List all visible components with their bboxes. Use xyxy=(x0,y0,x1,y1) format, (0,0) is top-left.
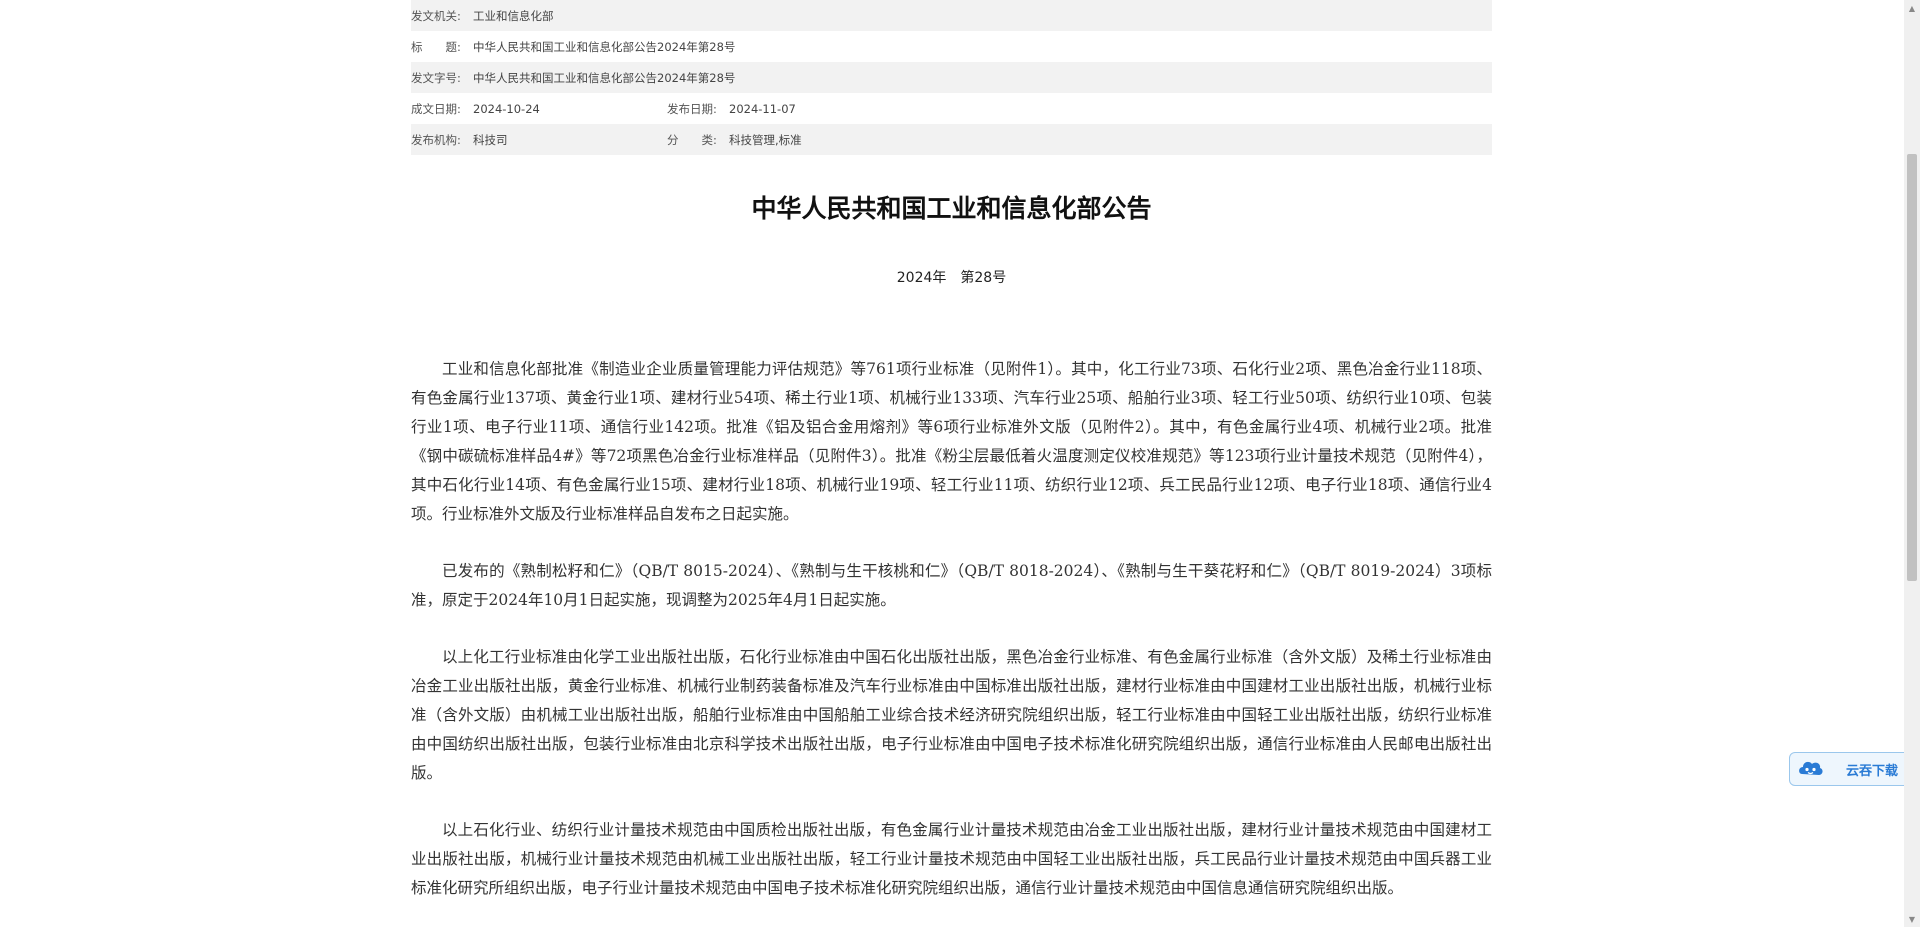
meta-row-dates: 成文日期: 2024-10-24 发布日期: 2024-11-07 xyxy=(411,93,1492,124)
meta-label-written-date: 成文日期: xyxy=(411,101,461,116)
vertical-scrollbar[interactable]: ▲ ▼ xyxy=(1904,0,1920,927)
scroll-down-icon[interactable]: ▼ xyxy=(1904,911,1920,927)
meta-row-title: 标 题: 中华人民共和国工业和信息化部公告2024年第28号 xyxy=(411,31,1492,62)
meta-row-issuer: 发文机关: 工业和信息化部 xyxy=(411,0,1492,31)
meta-cell-written-date: 成文日期: 2024-10-24 xyxy=(411,101,667,117)
metadata-table: 发文机关: 工业和信息化部 标 题: 中华人民共和国工业和信息化部公告2024年… xyxy=(411,0,1492,155)
paragraph-1: 工业和信息化部批准《制造业企业质量管理能力评估规范》等761项行业标准（见附件1… xyxy=(411,360,1492,523)
paragraph-3: 以上化工行业标准由化学工业出版社出版，石化行业标准由中国石化出版社出版，黑色冶金… xyxy=(411,648,1492,782)
scroll-up-icon[interactable]: ▲ xyxy=(1904,0,1920,16)
meta-value-category: 科技管理,标准 xyxy=(729,132,802,147)
meta-cell-publish-date: 发布日期: 2024-11-07 xyxy=(667,101,796,117)
meta-label-org: 发布机构: xyxy=(411,132,461,147)
download-label: 云吞下载 xyxy=(1846,763,1899,779)
meta-row-doc-number: 发文字号: 中华人民共和国工业和信息化部公告2024年第28号 xyxy=(411,62,1492,93)
meta-label-category: 分 类: xyxy=(667,132,717,147)
meta-row-org-category: 发布机构: 科技司 分 类: 科技管理,标准 xyxy=(411,124,1492,155)
meta-cell-category: 分 类: 科技管理,标准 xyxy=(667,132,802,148)
meta-value-publish-date: 2024-11-07 xyxy=(729,101,796,116)
paragraph-2: 已发布的《熟制松籽和仁》（QB/T 8015-2024）、《熟制与生干核桃和仁》… xyxy=(411,562,1492,609)
meta-value-org: 科技司 xyxy=(473,132,508,147)
meta-label-publish-date: 发布日期: xyxy=(667,101,717,116)
cloud-download-button[interactable]: 云吞下载 xyxy=(1789,752,1915,786)
meta-value-issuer: 工业和信息化部 xyxy=(473,8,554,23)
meta-label-title: 标 题: xyxy=(411,39,461,54)
meta-value-written-date: 2024-10-24 xyxy=(473,101,540,116)
meta-cell-org: 发布机构: 科技司 xyxy=(411,132,667,148)
document-container: 发文机关: 工业和信息化部 标 题: 中华人民共和国工业和信息化部公告2024年… xyxy=(411,0,1492,931)
meta-label-doc-number: 发文字号: xyxy=(411,70,461,85)
cloud-mascot-icon xyxy=(1796,755,1824,783)
document-number: 2024年 第28号 xyxy=(896,270,1007,286)
document-body: 工业和信息化部批准《制造业企业质量管理能力评估规范》等761项行业标准（见附件1… xyxy=(411,355,1492,903)
meta-value-doc-number: 中华人民共和国工业和信息化部公告2024年第28号 xyxy=(473,70,736,85)
scrollbar-thumb[interactable] xyxy=(1907,154,1917,581)
paragraph-4: 以上石化行业、纺织行业计量技术规范由中国质检出版社出版，有色金属行业计量技术规范… xyxy=(411,821,1492,897)
meta-label-issuer: 发文机关: xyxy=(411,8,461,23)
meta-value-title: 中华人民共和国工业和信息化部公告2024年第28号 xyxy=(473,39,736,54)
document-title: 中华人民共和国工业和信息化部公告 xyxy=(751,194,1152,223)
